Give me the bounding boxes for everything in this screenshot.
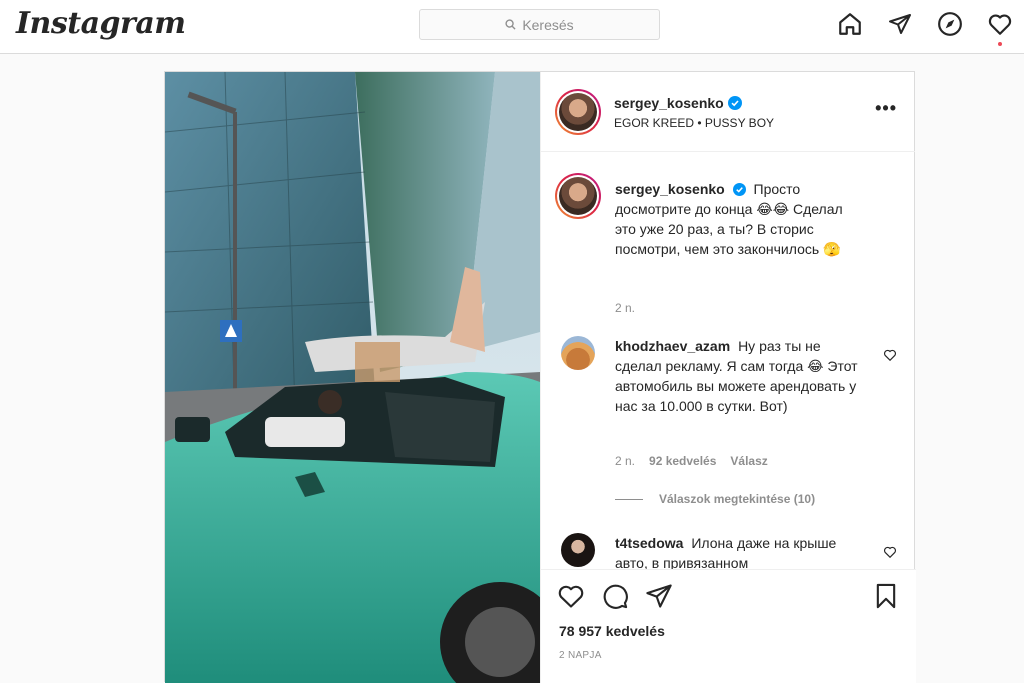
post-date[interactable]: 2 NAPJA [559,650,602,661]
comment-like-icon[interactable] [883,348,897,362]
view-replies-button[interactable]: Válaszok megtekintése (10) [615,492,815,506]
post-header: sergey_kosenko EGOR KREED • PUSSY BOY ••… [541,72,915,152]
instagram-logo[interactable]: Instagram [16,6,186,41]
post-video[interactable] [165,72,540,683]
comment-username[interactable]: khodzhaev_azam [615,338,730,354]
top-navigation-bar: Instagram Keresés [0,0,1024,54]
commenter-avatar[interactable] [561,533,595,567]
comment-icon[interactable] [601,582,629,610]
comments-list[interactable]: sergey_kosenko Просто досмотрите до конц… [541,153,916,569]
comment-likes[interactable]: 92 kedvelés [649,454,716,468]
direct-icon[interactable] [886,10,914,38]
replies-divider [615,498,643,500]
caption-author-avatar[interactable] [555,173,601,219]
author-username[interactable]: sergey_kosenko [614,95,724,111]
caption-verified-icon [732,183,746,196]
share-icon[interactable] [645,582,673,610]
view-replies-label: Válaszok megtekintése (10) [659,492,816,506]
author-avatar[interactable] [555,89,601,135]
caption-username[interactable]: sergey_kosenko [615,181,725,197]
search-box[interactable]: Keresés [419,9,660,40]
author-name-row: sergey_kosenko [614,95,742,111]
comment-item: khodzhaev_azam Ну раз ты не сделал рекла… [557,336,897,506]
like-icon[interactable] [557,582,585,610]
video-frame-illustration [165,72,540,683]
comment-item: t4tsedowa Илона даже на крыше авто, в пр… [557,533,897,569]
home-icon[interactable] [836,10,864,38]
explore-icon[interactable] [936,10,964,38]
caption-comment: sergey_kosenko Просто досмотрите до конц… [555,173,897,315]
verified-badge-icon [727,96,742,110]
caption-time[interactable]: 2 n. [615,301,635,315]
action-icons [557,582,673,610]
commenter-avatar[interactable] [561,336,595,370]
likes-count[interactable]: 78 957 kedvelés [559,623,665,639]
comment-like-icon[interactable] [883,545,897,559]
post-actions: 78 957 kedvelés 2 NAPJA [541,569,916,683]
music-info[interactable]: EGOR KREED • PUSSY BOY [614,116,774,130]
search-placeholder: Keresés [522,16,574,33]
reply-button[interactable]: Válasz [730,454,767,468]
comment-text-block: khodzhaev_azam Ну раз ты не сделал рекла… [615,336,865,416]
comment-username[interactable]: t4tsedowa [615,535,683,551]
nav-icons [836,10,1014,46]
save-icon[interactable] [872,582,900,610]
search-icon [505,19,516,30]
comment-text-block: t4tsedowa Илона даже на крыше авто, в пр… [615,533,865,569]
post-sidebar: sergey_kosenko EGOR KREED • PUSSY BOY ••… [540,72,916,683]
comment-meta: 2 n. 92 kedvelés Válasz [615,454,768,468]
caption-text-block: sergey_kosenko Просто досмотрите до конц… [615,179,865,259]
comment-time[interactable]: 2 n. [615,454,635,468]
activity-icon[interactable] [986,10,1014,46]
more-options-icon[interactable]: ••• [875,98,897,119]
notification-dot [998,42,1002,46]
caption-meta: 2 n. [615,301,635,315]
post-container: sergey_kosenko EGOR KREED • PUSSY BOY ••… [164,71,916,683]
